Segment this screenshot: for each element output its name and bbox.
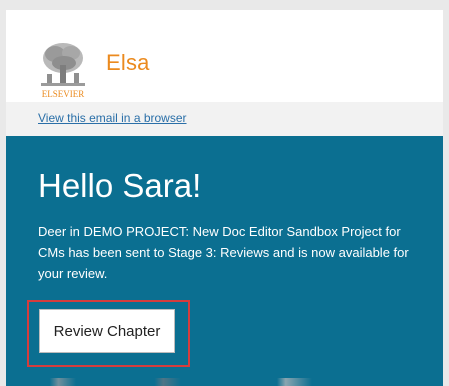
- notification-message: Deer in DEMO PROJECT: New Doc Editor San…: [38, 224, 409, 281]
- greeting-heading: Hello Sara!: [38, 167, 202, 204]
- email-header: ELSEVIER Elsa: [6, 10, 443, 102]
- review-chapter-button[interactable]: Review Chapter: [39, 309, 175, 353]
- elsevier-tree-logo-icon: ELSEVIER: [37, 38, 89, 100]
- elsevier-wordmark: ELSEVIER: [42, 89, 85, 99]
- email-card: ELSEVIER Elsa View this email in a brows…: [6, 10, 443, 386]
- view-in-browser-link[interactable]: View this email in a browser: [38, 111, 187, 125]
- hero-image-strip: [6, 378, 443, 386]
- brand-name: Elsa: [106, 50, 150, 75]
